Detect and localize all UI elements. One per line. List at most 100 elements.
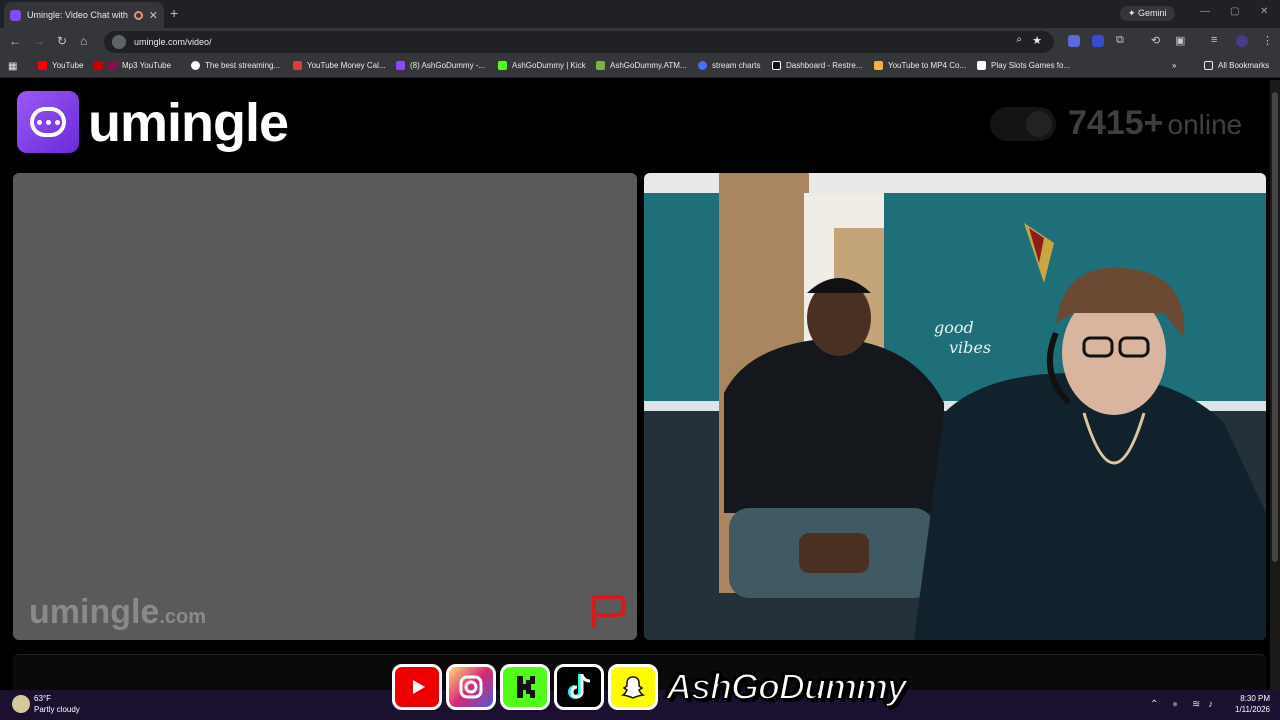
weather-condition: Partly cloudy (34, 705, 80, 714)
bookmark-item[interactable]: The best streaming... (191, 61, 280, 70)
stranger-video: umingle.com (13, 173, 637, 640)
wifi-icon[interactable]: ≋ (1192, 699, 1200, 710)
bookmark-item[interactable]: AshGoDummy.ATM... (596, 61, 687, 70)
bookmark-label: AshGoDummy.ATM... (610, 61, 687, 70)
kick-icon (500, 664, 550, 710)
online-count: 7415+ (1068, 104, 1164, 142)
bookmark-label: (8) AshGoDummy -... (410, 61, 486, 70)
bookmark-label: The best streaming... (205, 61, 281, 70)
snapchat-icon (608, 664, 658, 710)
bookmark-label: YouTube (52, 61, 84, 70)
umingle-logo[interactable] (17, 91, 79, 153)
watermark-main: umingle (29, 593, 160, 631)
home-icon[interactable]: ⌂ (80, 34, 87, 48)
reading-list-icon[interactable]: ≡ (1211, 34, 1217, 46)
report-flag-icon[interactable] (590, 593, 628, 629)
tiktok-icon (554, 664, 604, 710)
volume-icon[interactable]: ♪ (1208, 699, 1213, 710)
extension-icon[interactable] (1092, 35, 1104, 47)
extensions-puzzle-icon[interactable]: ⧉ (1116, 34, 1124, 47)
youtube-icon (94, 61, 103, 70)
back-icon[interactable]: ← (9, 34, 21, 48)
neon-sign-text: good (934, 318, 974, 337)
bookmark-label: stream charts (712, 61, 761, 70)
url-text[interactable]: umingle.com/video/ (134, 37, 212, 47)
page-content: umingle 7415+ online umingle.com good vi… (0, 80, 1270, 690)
maximize-icon[interactable]: ▢ (1230, 6, 1239, 17)
bookmark-item[interactable]: Mp3 YouTube (94, 61, 171, 70)
history-icon[interactable]: ⟲ (1151, 34, 1160, 47)
bookmark-item[interactable]: (8) AshGoDummy -... (396, 61, 485, 70)
active-tab[interactable]: Umingle: Video Chat with S ✕ (4, 2, 164, 28)
clock-time: 8:30 PM (1240, 694, 1270, 703)
apps-icon[interactable]: ▦ (8, 61, 17, 72)
twitch-icon (396, 61, 405, 70)
bookmark-favicon (596, 61, 605, 70)
tab-search-icon[interactable]: ▣ (1175, 34, 1185, 47)
scrollbar-thumb[interactable] (1272, 92, 1278, 562)
brand-name: umingle (88, 93, 289, 153)
chat-bubble-icon (30, 107, 66, 137)
bookmark-item[interactable]: stream charts (698, 61, 760, 70)
bookmark-item[interactable]: YouTube to MP4 Co... (874, 61, 966, 70)
gemini-button[interactable]: ✦ Gemini (1120, 6, 1175, 21)
browser-toolbar: ← → ↻ ⌂ umingle.com/video/ ⌕ ★ ⧉ ⟲ ▣ ≡ ⋮ (0, 28, 1280, 56)
new-tab-button[interactable]: + (170, 5, 178, 21)
clock-date: 1/11/2026 (1235, 705, 1270, 714)
watermark-suffix: .com (159, 606, 207, 628)
youtube-icon (38, 61, 47, 70)
extension-icon[interactable] (1068, 35, 1080, 47)
system-clock[interactable]: 8:30 PM 1/11/2026 (1226, 693, 1270, 715)
bookmark-item[interactable]: YouTube Money Cal... (293, 61, 386, 70)
tray-overflow-icon[interactable]: ⌃ (1150, 699, 1158, 710)
all-bookmarks-button[interactable]: All Bookmarks (1204, 61, 1269, 70)
profile-avatar[interactable] (1236, 35, 1248, 47)
youtube-icon (392, 664, 442, 710)
zoom-icon[interactable]: ⌕ (1016, 34, 1022, 45)
recording-icon (133, 10, 143, 20)
page-scrollbar[interactable] (1270, 80, 1280, 690)
umingle-favicon (10, 9, 21, 21)
site-info-icon[interactable] (112, 35, 126, 49)
neon-sign-text: vibes (949, 338, 991, 357)
tab-close-icon[interactable]: ✕ (149, 9, 158, 22)
self-camera-video: good vibes (644, 173, 1266, 640)
reload-icon[interactable]: ↻ (57, 34, 67, 48)
forward-icon[interactable]: → (33, 34, 45, 48)
minimize-icon[interactable]: — (1200, 6, 1210, 17)
bookmark-favicon (698, 61, 707, 70)
online-label: online (1167, 109, 1243, 140)
bookmark-item[interactable]: Play Slots Games fo... (977, 61, 1070, 70)
theme-toggle[interactable] (990, 107, 1056, 141)
streamer-social-overlay: AshGoDummy (392, 662, 908, 712)
bookmark-label: AshGoDummy | Kick (512, 61, 586, 70)
window-close-icon[interactable]: ✕ (1260, 6, 1268, 17)
bookmark-item[interactable]: YouTube (38, 61, 83, 70)
music-icon (108, 61, 117, 70)
bookmark-label: Mp3 YouTube (122, 61, 172, 70)
bookmark-label: YouTube to MP4 Co... (888, 61, 967, 70)
bookmark-favicon (874, 61, 883, 70)
instagram-icon (446, 664, 496, 710)
address-bar[interactable]: umingle.com/video/ ⌕ ★ (104, 31, 1054, 53)
folder-icon (1204, 61, 1213, 70)
bookmark-star-icon[interactable]: ★ (1032, 34, 1042, 47)
online-counter: 7415+ online (1068, 104, 1242, 143)
kick-icon (498, 61, 507, 70)
all-bookmarks-label: All Bookmarks (1218, 61, 1270, 70)
bookmark-item[interactable]: Dashboard - Restre... (772, 61, 862, 70)
bookmark-favicon (293, 61, 302, 70)
streamer-handle: AshGoDummy (665, 665, 908, 708)
bookmarks-overflow-icon[interactable]: » (1172, 61, 1176, 70)
menu-icon[interactable]: ⋮ (1262, 34, 1273, 47)
bookmark-favicon (977, 61, 986, 70)
gemini-label: Gemini (1138, 8, 1167, 18)
bookmark-item[interactable]: AshGoDummy | Kick (498, 61, 586, 70)
bookmark-label: Play Slots Games fo... (991, 61, 1071, 70)
bookmark-favicon (191, 61, 200, 70)
weather-icon[interactable] (12, 695, 30, 713)
watermark: umingle.com (29, 593, 206, 632)
mic-icon[interactable]: ● (1172, 699, 1178, 710)
tab-title: Umingle: Video Chat with S (27, 10, 128, 20)
weather-temp: 63°F (34, 694, 51, 703)
